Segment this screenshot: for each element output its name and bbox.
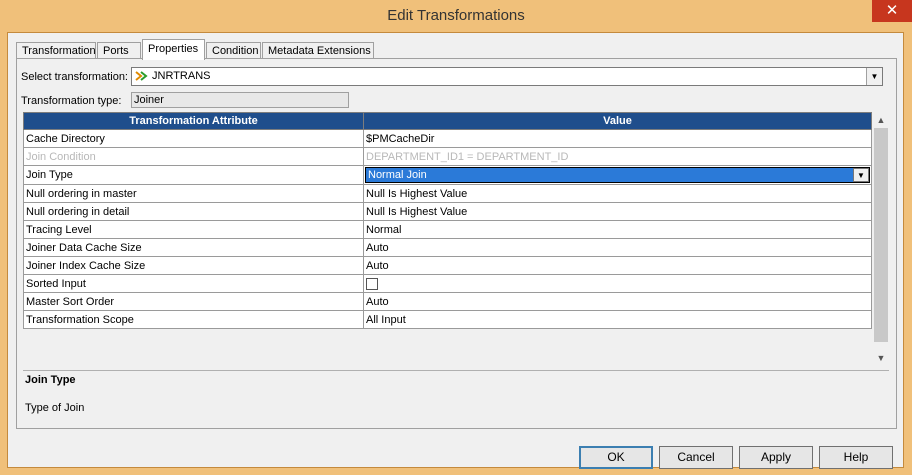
value-cell[interactable] xyxy=(363,274,872,293)
table-header-row: Transformation Attribute Value xyxy=(23,112,872,130)
column-header-attribute[interactable]: Transformation Attribute xyxy=(23,112,364,130)
table-row[interactable]: Joiner Data Cache Size Auto xyxy=(23,238,872,257)
description-title: Join Type xyxy=(25,374,76,386)
value-cell[interactable]: Auto xyxy=(363,238,872,257)
value-cell[interactable]: Null Is Highest Value xyxy=(363,202,872,221)
scroll-up-icon[interactable]: ▲ xyxy=(873,112,889,128)
attribute-cell[interactable]: Null ordering in detail xyxy=(23,202,364,221)
transformation-type-field: Joiner xyxy=(131,92,349,108)
vertical-scrollbar[interactable]: ▲ ▼ xyxy=(873,112,889,366)
dialog-client: Transformation Ports Properties Conditio… xyxy=(7,32,904,469)
select-transformation-label: Select transformation: xyxy=(21,71,128,83)
table-row[interactable]: Joiner Index Cache Size Auto xyxy=(23,256,872,275)
table-row[interactable]: Sorted Input xyxy=(23,274,872,293)
value-cell[interactable]: Auto xyxy=(363,292,872,311)
attribute-cell[interactable]: Cache Directory xyxy=(23,129,364,148)
join-type-dropdown[interactable]: Normal Join ▼ xyxy=(365,167,870,183)
attribute-cell[interactable]: Joiner Data Cache Size xyxy=(23,238,364,257)
value-cell[interactable]: All Input xyxy=(363,310,872,329)
sorted-input-checkbox[interactable] xyxy=(366,278,378,290)
value-cell[interactable]: Null Is Highest Value xyxy=(363,184,872,203)
apply-button[interactable]: Apply xyxy=(739,446,813,469)
table-row[interactable]: Join Type Normal Join ▼ xyxy=(23,165,872,185)
join-type-cell[interactable]: Normal Join ▼ xyxy=(363,165,872,185)
attribute-cell[interactable]: Master Sort Order xyxy=(23,292,364,311)
column-header-value[interactable]: Value xyxy=(363,112,872,130)
title-bar[interactable]: Edit Transformations ✕ xyxy=(0,0,912,32)
attribute-cell[interactable]: Joiner Index Cache Size xyxy=(23,256,364,275)
tab-properties[interactable]: Properties xyxy=(142,39,205,60)
value-cell[interactable]: $PMCacheDir xyxy=(363,129,872,148)
table-row[interactable]: Tracing Level Normal xyxy=(23,220,872,239)
table-row[interactable]: Transformation Scope All Input xyxy=(23,310,872,329)
attribute-cell[interactable]: Null ordering in master xyxy=(23,184,364,203)
table-row[interactable]: Null ordering in master Null Is Highest … xyxy=(23,184,872,203)
value-cell: DEPARTMENT_ID1 = DEPARTMENT_ID xyxy=(363,147,872,166)
description-pane: Join Type Type of Join xyxy=(23,370,889,426)
table-row[interactable]: Master Sort Order Auto xyxy=(23,292,872,311)
ok-button[interactable]: OK xyxy=(579,446,653,469)
attribute-cell[interactable]: Transformation Scope xyxy=(23,310,364,329)
table-row[interactable]: Null ordering in detail Null Is Highest … xyxy=(23,202,872,221)
attribute-cell[interactable]: Sorted Input xyxy=(23,274,364,293)
attribute-cell[interactable]: Tracing Level xyxy=(23,220,364,239)
scroll-thumb[interactable] xyxy=(874,128,888,342)
attribute-grid: Transformation Attribute Value Cache Dir… xyxy=(23,112,889,366)
select-transformation-dropdown[interactable]: JNRTRANS ▼ xyxy=(131,67,883,86)
attribute-table: Transformation Attribute Value Cache Dir… xyxy=(23,112,872,329)
value-cell[interactable]: Auto xyxy=(363,256,872,275)
joiner-icon xyxy=(135,71,148,81)
cancel-button[interactable]: Cancel xyxy=(659,446,733,469)
attribute-cell: Join Condition xyxy=(23,147,364,166)
window-title: Edit Transformations xyxy=(387,7,525,24)
attribute-cell[interactable]: Join Type xyxy=(23,165,364,185)
description-text: Type of Join xyxy=(25,402,85,414)
chevron-down-icon[interactable]: ▼ xyxy=(853,168,869,182)
selected-transformation-value: JNRTRANS xyxy=(152,70,211,82)
table-row[interactable]: Cache Directory $PMCacheDir xyxy=(23,129,872,148)
help-button[interactable]: Help xyxy=(819,446,893,469)
value-cell[interactable]: Normal xyxy=(363,220,872,239)
join-type-value: Normal Join xyxy=(368,169,427,181)
scroll-down-icon[interactable]: ▼ xyxy=(873,350,889,366)
chevron-down-icon[interactable]: ▼ xyxy=(866,68,882,85)
close-button[interactable]: ✕ xyxy=(872,0,912,22)
table-row: Join Condition DEPARTMENT_ID1 = DEPARTME… xyxy=(23,147,872,166)
properties-panel: Select transformation: JNRTRANS ▼ Transf… xyxy=(16,58,897,429)
edit-transformations-window: Edit Transformations ✕ Transformation Po… xyxy=(0,0,912,475)
transformation-type-label: Transformation type: xyxy=(21,95,122,107)
